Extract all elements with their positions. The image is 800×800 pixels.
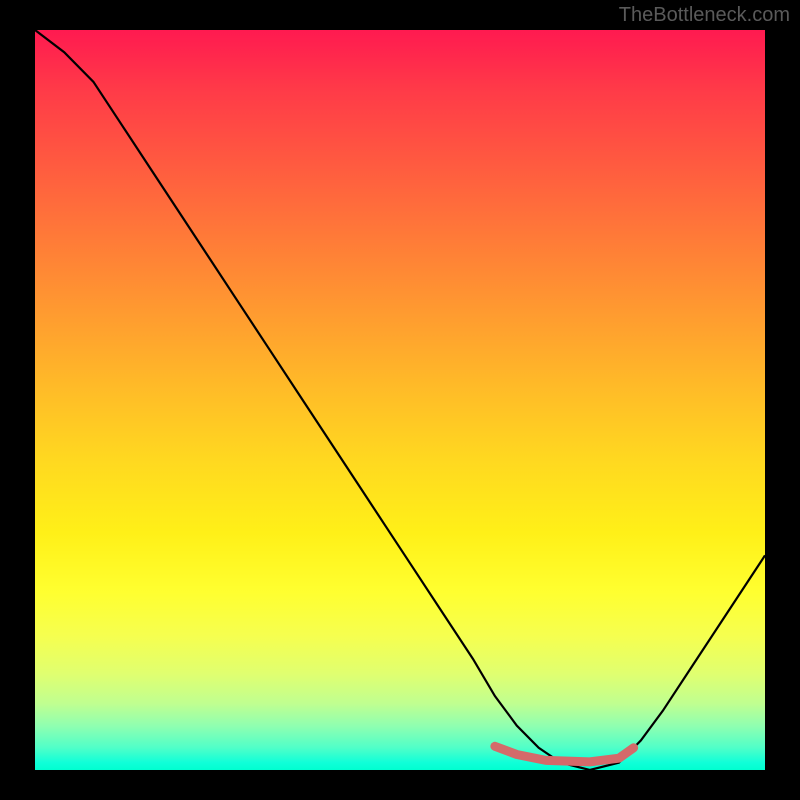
watermark-text: TheBottleneck.com [619, 4, 790, 27]
chart-plot-area [35, 30, 765, 770]
bottleneck-curve [35, 30, 765, 770]
